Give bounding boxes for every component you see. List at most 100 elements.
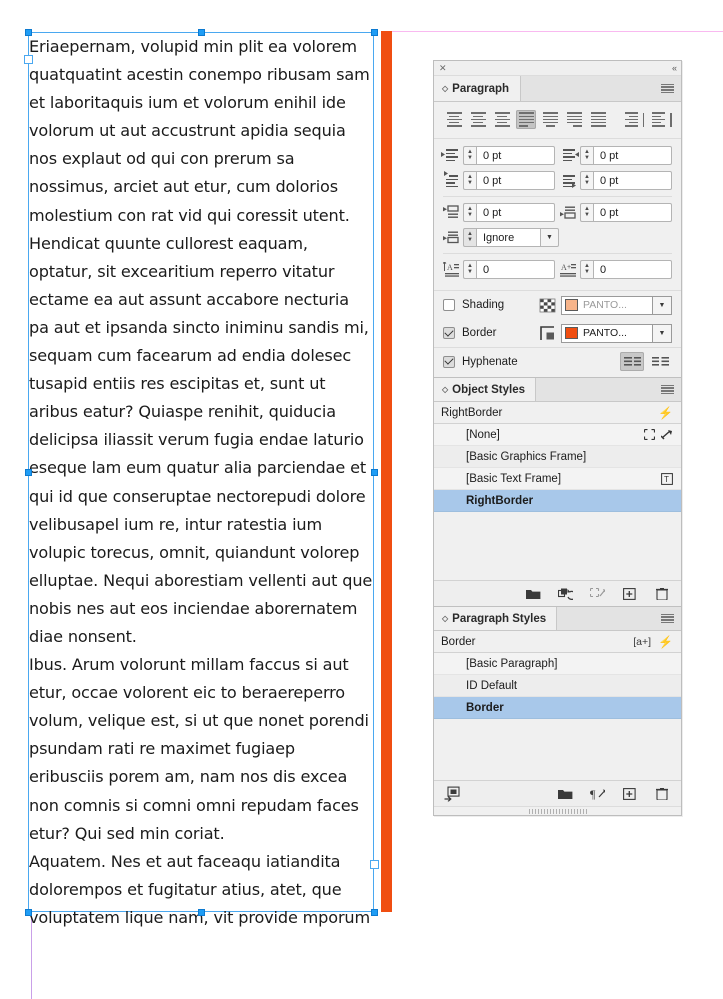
paragraph-styles-header: ◇ Paragraph Styles xyxy=(434,607,681,631)
justify-all-lines-button[interactable] xyxy=(588,110,608,129)
new-group-icon-paragraph[interactable] xyxy=(558,786,573,801)
collapse-panel-icon[interactable]: « xyxy=(672,63,677,73)
space-before-stepper[interactable]: ▲ ▼ xyxy=(463,203,476,222)
align-left-button[interactable] xyxy=(444,110,464,129)
align-to-grid-select[interactable]: Ignore ▼ xyxy=(476,228,559,247)
left-indent-field[interactable]: 0 pt xyxy=(476,146,555,165)
delete-style-icon-paragraph[interactable] xyxy=(654,786,669,801)
tab-paragraph[interactable]: ◇ Paragraph xyxy=(434,76,522,101)
shading-checkbox[interactable] xyxy=(443,299,455,311)
last-line-indent-field[interactable]: 0 pt xyxy=(593,171,672,190)
text-frame-out-port[interactable] xyxy=(370,860,379,869)
hyphenate-checkbox[interactable] xyxy=(443,355,455,368)
right-indent-field[interactable]: 0 pt xyxy=(593,146,672,165)
align-center-button[interactable] xyxy=(468,110,488,129)
quick-apply-icon-paragraph[interactable]: ⚡ xyxy=(658,636,673,648)
selection-handle-bottom-left[interactable] xyxy=(25,909,32,916)
first-line-indent-icon xyxy=(443,171,460,188)
drop-cap-lines-stepper[interactable]: ▲ ▼ xyxy=(463,260,476,279)
selection-handle-bottom-right[interactable] xyxy=(371,909,378,916)
border-color-chevron-down-icon[interactable]: ▼ xyxy=(653,323,672,343)
paragraph-styles-panel-menu-icon[interactable] xyxy=(661,613,674,624)
document-canvas[interactable]: Eriaepernam, volupid min plit ea volorem… xyxy=(0,0,723,999)
text-frame-icon[interactable]: T xyxy=(661,472,673,485)
border-sides-icon[interactable] xyxy=(538,325,557,342)
selection-handle-bottom-center[interactable] xyxy=(198,909,205,916)
align-towards-spine-button[interactable] xyxy=(621,110,645,129)
space-before-field[interactable]: 0 pt xyxy=(476,203,555,222)
object-styles-panel-menu-icon[interactable] xyxy=(661,384,674,395)
first-line-indent-field[interactable]: 0 pt xyxy=(476,171,555,190)
delete-style-icon[interactable] xyxy=(654,586,669,601)
border-color-field[interactable]: PANTO... xyxy=(561,323,653,343)
paragraph-styles-empty-area[interactable] xyxy=(434,719,681,780)
selection-handle-middle-left[interactable] xyxy=(25,469,32,476)
text-frame-in-port[interactable] xyxy=(24,55,33,64)
tab-paragraph-styles[interactable]: ◇ Paragraph Styles xyxy=(434,607,558,630)
justify-last-line-left-button[interactable] xyxy=(516,110,537,129)
align-to-grid-value[interactable]: Ignore xyxy=(476,228,540,247)
chevron-down-icon[interactable]: ▼ xyxy=(540,228,559,247)
justify-last-line-center-button[interactable] xyxy=(540,110,560,129)
align-to-grid-stepper[interactable]: ▲ ▼ xyxy=(463,228,476,247)
close-icon[interactable]: ✕ xyxy=(439,63,447,73)
space-after-field[interactable]: 0 pt xyxy=(593,203,672,222)
shading-color-field[interactable]: PANTO... xyxy=(561,295,653,315)
clear-overrides-icon-paragraph[interactable]: ¶ xyxy=(590,786,605,801)
drop-cap-lines-field[interactable]: 0 xyxy=(476,260,555,279)
object-style-item-basic-graphics-frame[interactable]: [Basic Graphics Frame] xyxy=(434,446,681,468)
new-style-icon[interactable] xyxy=(622,586,637,601)
shading-color-chevron-down-icon[interactable]: ▼ xyxy=(653,295,672,315)
load-styles-icon[interactable] xyxy=(444,786,460,801)
object-style-item-basic-text-frame[interactable]: [Basic Text Frame] T xyxy=(434,468,681,490)
selection-handle-top-center[interactable] xyxy=(198,29,205,36)
selection-handle-top-right[interactable] xyxy=(371,29,378,36)
selection-handle-middle-right[interactable] xyxy=(371,469,378,476)
object-styles-empty-area[interactable] xyxy=(434,512,681,580)
paragraph-panel-menu-icon[interactable] xyxy=(661,83,674,94)
last-line-indent-stepper[interactable]: ▲ ▼ xyxy=(580,171,593,190)
object-style-item-rightborder[interactable]: RightBorder xyxy=(434,490,681,512)
paragraph-style-item-border[interactable]: Border xyxy=(434,697,681,719)
right-indent-stepper[interactable]: ▲ ▼ xyxy=(580,146,593,165)
first-line-indent-control[interactable]: ▲ ▼ 0 pt xyxy=(443,171,555,190)
first-line-indent-stepper[interactable]: ▲ ▼ xyxy=(463,171,476,190)
right-indent-control[interactable]: ▲ ▼ 0 pt xyxy=(560,146,672,165)
last-line-indent-control[interactable]: ▲ ▼ 0 pt xyxy=(560,171,672,190)
style-override-badge[interactable]: [a+] xyxy=(633,636,651,648)
break-link-icon[interactable] xyxy=(661,429,673,440)
paragraph-style-item-id-default[interactable]: ID Default xyxy=(434,675,681,697)
paragraph-style-item-basic-paragraph[interactable]: [Basic Paragraph] xyxy=(434,653,681,675)
space-after-stepper[interactable]: ▲ ▼ xyxy=(580,203,593,222)
border-checkbox[interactable] xyxy=(443,327,455,339)
align-away-from-spine-button[interactable] xyxy=(648,110,672,129)
selection-handle-top-left[interactable] xyxy=(25,29,32,36)
object-style-item-none[interactable]: [None] xyxy=(434,424,681,446)
border-color-swatch xyxy=(565,327,578,339)
align-right-button[interactable] xyxy=(492,110,512,129)
space-after-control[interactable]: ▲ ▼ 0 pt xyxy=(560,203,672,222)
single-line-composer-button[interactable] xyxy=(648,352,672,371)
justify-last-line-right-button[interactable] xyxy=(564,110,584,129)
none-frame-icon[interactable] xyxy=(644,429,655,440)
new-group-icon[interactable] xyxy=(526,586,541,601)
panel-resize-grip[interactable] xyxy=(434,806,681,815)
drop-cap-lines-control[interactable]: A ▲ ▼ 0 xyxy=(443,260,555,279)
object-style-label-1: [Basic Graphics Frame] xyxy=(466,450,587,463)
new-style-icon-paragraph[interactable] xyxy=(622,786,637,801)
drop-cap-chars-field[interactable]: 0 xyxy=(593,260,672,279)
left-indent-control[interactable]: ▲ ▼ 0 pt xyxy=(441,146,555,165)
paragraph-composer-button[interactable] xyxy=(620,352,644,371)
frame-body-text[interactable]: Eriaepernam, volupid min plit ea volorem… xyxy=(29,33,373,932)
panel-window-titlebar[interactable]: ✕ « xyxy=(434,61,681,76)
shading-pattern-icon[interactable] xyxy=(538,297,557,314)
space-before-control[interactable]: ▲ ▼ 0 pt xyxy=(443,203,555,222)
quick-apply-icon[interactable]: ⚡ xyxy=(658,407,673,419)
clear-overrides-icon[interactable] xyxy=(558,586,573,601)
drop-cap-chars-control[interactable]: A + ▲ ▼ 0 xyxy=(560,260,672,279)
tab-object-styles[interactable]: ◇ Object Styles xyxy=(434,378,537,401)
drop-cap-chars-stepper[interactable]: ▲ ▼ xyxy=(580,260,593,279)
align-to-grid-control[interactable]: ▲ ▼ Ignore ▼ xyxy=(443,228,559,247)
clear-attributes-icon[interactable] xyxy=(590,586,605,601)
left-indent-stepper[interactable]: ▲ ▼ xyxy=(463,146,476,165)
